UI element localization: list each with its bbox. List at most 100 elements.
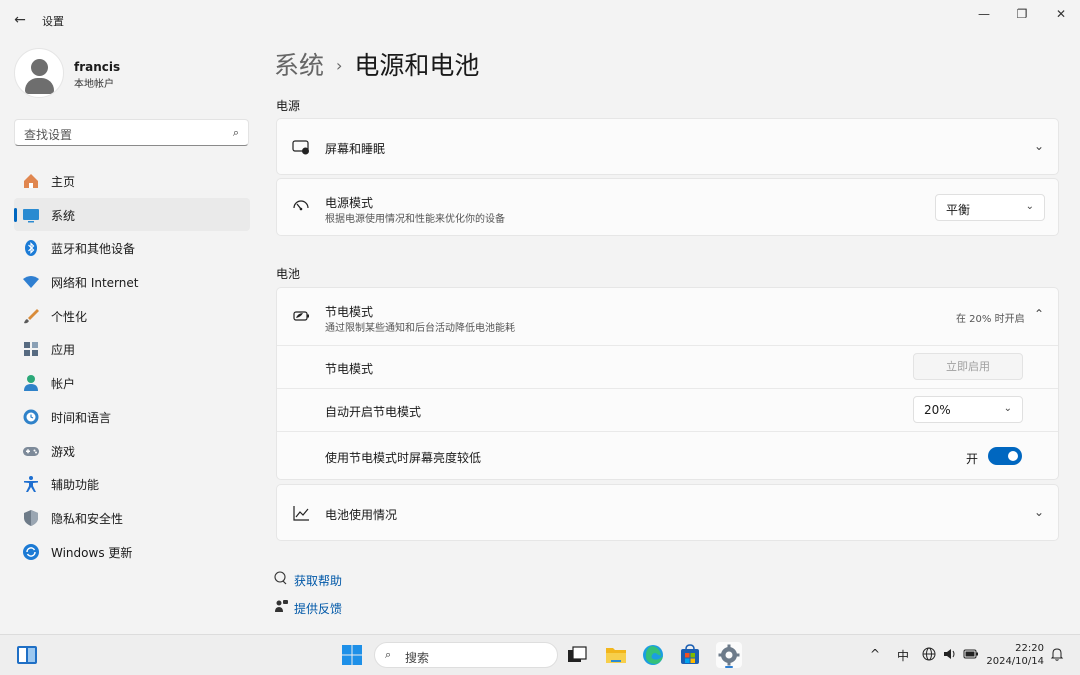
edge-browser-icon[interactable]	[642, 644, 664, 666]
task-view-icon[interactable]	[566, 644, 588, 666]
sidebar-item-accounts[interactable]: 帐户	[14, 366, 250, 400]
screen-sleep-icon	[291, 138, 311, 158]
battery-saver-description: 通过限制某些通知和后台活动降低电池能耗	[325, 323, 515, 334]
back-arrow-icon[interactable]: ←	[10, 10, 30, 30]
user-name: francis	[74, 60, 121, 74]
taskbar-clock[interactable]: 22:20 2024/10/14	[986, 642, 1044, 668]
battery-saver-status: 在 20% 时开启	[956, 314, 1025, 325]
auto-saver-label: 自动开启节电模式	[325, 405, 422, 419]
turn-on-now-button[interactable]: 立即启用	[913, 353, 1023, 380]
update-icon	[22, 543, 40, 561]
chevron-down-icon: ⌄	[1025, 201, 1034, 212]
taskbar-search[interactable]: ⌕ 搜索	[374, 642, 558, 668]
sidebar-item-bluetooth[interactable]: 蓝牙和其他设备	[14, 231, 250, 265]
brush-icon	[22, 307, 40, 325]
lower-brightness-toggle[interactable]	[988, 447, 1022, 465]
avatar	[14, 48, 64, 98]
battery-icon[interactable]	[963, 647, 979, 664]
app-title: 设置	[42, 15, 64, 28]
saver-now-row: 节电模式 立即启用	[277, 345, 1058, 388]
auto-saver-threshold-dropdown[interactable]: 20% ⌄	[913, 396, 1023, 423]
ime-indicator[interactable]: 中	[897, 647, 909, 664]
accessibility-icon	[22, 475, 40, 493]
bluetooth-icon	[22, 239, 40, 257]
section-title-power: 电源	[276, 99, 301, 113]
sidebar-item-label: 蓝牙和其他设备	[51, 242, 136, 257]
screen-sleep-card[interactable]: 屏幕和睡眠 ⌄	[276, 118, 1059, 175]
notification-bell-icon[interactable]	[1050, 647, 1064, 664]
sidebar-item-network[interactable]: 网络和 Internet	[14, 265, 250, 299]
sidebar-item-label: 个性化	[51, 309, 88, 324]
sidebar-item-personalization[interactable]: 个性化	[14, 299, 250, 333]
battery-saver-card: 节电模式 通过限制某些通知和后台活动降低电池能耗 在 20% 时开启 ⌃ 节电模…	[276, 287, 1059, 480]
battery-usage-card[interactable]: 电池使用情况 ⌄	[276, 484, 1059, 541]
sidebar-item-label: 应用	[51, 343, 76, 358]
battery-saver-label: 节电模式	[325, 305, 374, 319]
sidebar-item-label: 辅助功能	[51, 478, 100, 493]
chevron-down-icon: ⌄	[1033, 505, 1044, 519]
chevron-down-icon: ⌄	[1003, 403, 1012, 414]
settings-app-icon[interactable]	[716, 642, 742, 668]
search-icon: ⌕	[232, 126, 239, 139]
title-bar: ← 设置 — ❐ ✕	[0, 0, 1080, 40]
help-icon	[274, 571, 294, 588]
power-mode-icon	[291, 198, 311, 218]
get-help-link[interactable]: 获取帮助	[274, 571, 342, 589]
shield-icon	[22, 509, 40, 527]
sidebar-item-apps[interactable]: 应用	[14, 332, 250, 366]
power-mode-description: 根据电源使用情况和性能来优化你的设备	[325, 214, 505, 225]
network-globe-icon[interactable]	[922, 647, 936, 664]
account-icon	[22, 374, 40, 392]
sidebar-item-label: 系统	[51, 208, 76, 223]
power-mode-value: 平衡	[946, 203, 971, 217]
sidebar-item-label: 时间和语言	[51, 410, 112, 425]
saver-now-label: 节电模式	[325, 362, 374, 376]
sidebar-item-label: 隐私和安全性	[51, 511, 124, 526]
sidebar-item-accessibility[interactable]: 辅助功能	[14, 467, 250, 501]
start-icon[interactable]	[341, 644, 363, 666]
taskbar: ⌕ 搜索 ^ 中 22:20 2024/10/14	[0, 634, 1080, 675]
network-icon	[22, 273, 40, 291]
lower-brightness-row: 使用节电模式时屏幕亮度较低 开	[277, 431, 1058, 480]
section-title-battery: 电池	[276, 267, 301, 281]
apps-icon	[22, 340, 40, 358]
breadcrumb-parent[interactable]: 系统	[274, 51, 324, 80]
sidebar-item-home[interactable]: 主页	[14, 164, 250, 198]
power-mode-label: 电源模式	[325, 196, 374, 210]
battery-saver-header[interactable]: 节电模式 通过限制某些通知和后台活动降低电池能耗 在 20% 时开启 ⌃	[277, 288, 1058, 345]
restore-button[interactable]: ❐	[1004, 4, 1040, 24]
breadcrumb: 系统 › 电源和电池	[274, 46, 479, 82]
volume-icon[interactable]	[943, 647, 957, 664]
search-icon: ⌕	[385, 648, 392, 661]
sidebar-item-gaming[interactable]: 游戏	[14, 434, 250, 468]
search-input[interactable]: 查找设置 ⌕	[14, 119, 249, 146]
clock-globe-icon	[22, 408, 40, 426]
sidebar-nav: 主页 系统 蓝牙和其他设备 网络和 Internet 个性化 应用 帐户 时间和…	[14, 164, 250, 568]
sidebar-item-label: 帐户	[51, 377, 76, 392]
give-feedback-link[interactable]: 提供反馈	[274, 599, 342, 617]
lower-brightness-label: 使用节电模式时屏幕亮度较低	[325, 451, 482, 465]
close-button[interactable]: ✕	[1043, 4, 1079, 24]
give-feedback-label: 提供反馈	[294, 602, 343, 616]
breadcrumb-separator-icon: ›	[336, 56, 343, 75]
widgets-icon[interactable]	[16, 644, 38, 666]
get-help-label: 获取帮助	[294, 574, 343, 588]
toggle-state-label: 开	[966, 452, 979, 466]
system-icon	[22, 206, 40, 224]
minimize-button[interactable]: —	[966, 4, 1002, 24]
sidebar-item-privacy[interactable]: 隐私和安全性	[14, 501, 250, 535]
store-icon[interactable]	[679, 644, 701, 666]
tray-overflow-chevron-icon[interactable]: ^	[870, 647, 880, 661]
battery-usage-label: 电池使用情况	[325, 508, 398, 522]
clock-time: 22:20	[1015, 643, 1044, 654]
power-mode-dropdown[interactable]: 平衡 ⌄	[935, 194, 1045, 221]
feedback-icon	[274, 599, 294, 616]
clock-date: 2024/10/14	[986, 656, 1044, 667]
sidebar-item-system[interactable]: 系统	[14, 197, 250, 232]
power-mode-card: 电源模式 根据电源使用情况和性能来优化你的设备 平衡 ⌄	[276, 178, 1059, 236]
taskbar-search-placeholder: 搜索	[405, 651, 430, 665]
file-explorer-icon[interactable]	[605, 644, 627, 666]
sidebar-item-label: 主页	[51, 175, 76, 189]
sidebar-item-time-language[interactable]: 时间和语言	[14, 400, 250, 434]
sidebar-item-windows-update[interactable]: Windows 更新	[14, 535, 250, 569]
